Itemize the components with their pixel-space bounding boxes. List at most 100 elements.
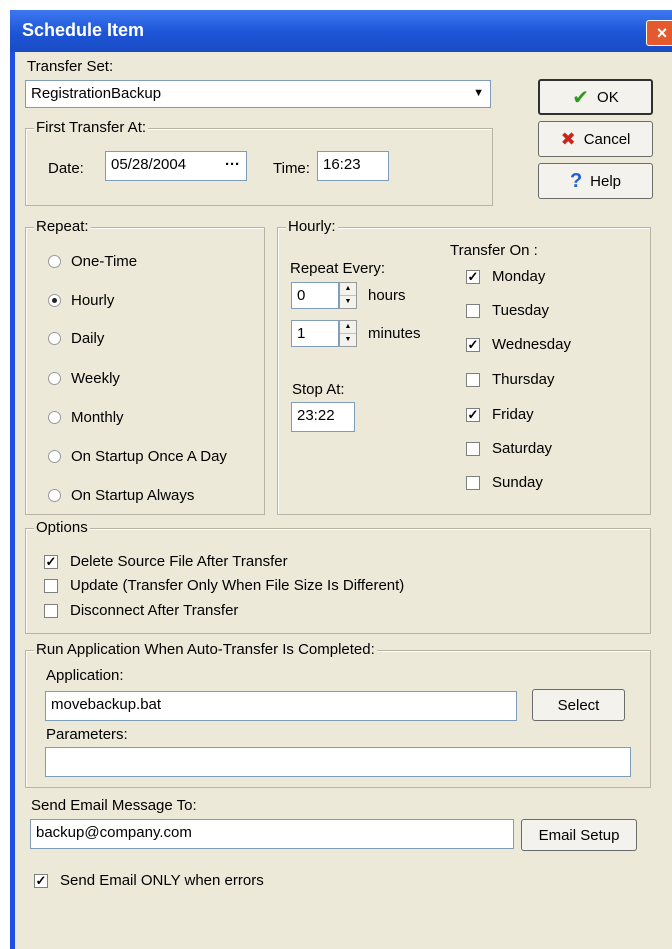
transfer-set-select[interactable]: RegistrationBackup ▼ [25,80,491,108]
radio-button[interactable] [48,332,61,345]
stop-at-field[interactable]: 23:22 [291,402,355,432]
repeat-option-label: Hourly [71,292,115,309]
first-transfer-legend: First Transfer At: [34,119,149,136]
option-label: Update (Transfer Only When File Size Is … [70,577,405,594]
email-only-errors-checkbox[interactable]: ✓ Send Email ONLY when errors [34,872,264,889]
checkbox[interactable] [44,578,58,593]
repeat-option-daily[interactable]: Daily [48,330,104,347]
ok-button[interactable]: ✔ OK [538,79,653,115]
repeat-option-startup-always[interactable]: On Startup Always [48,487,194,504]
run-application-group: Run Application When Auto-Transfer Is Co… [25,641,651,788]
repeat-option-hourly[interactable]: Hourly [48,292,114,309]
stop-at-value: 23:22 [297,407,335,424]
arrow-up-icon[interactable]: ▲ [340,283,356,296]
repeat-option-one-time[interactable]: One-Time [48,253,137,270]
day-checkbox-wednesday[interactable]: ✓ Wednesday [466,336,571,353]
repeat-option-label: Daily [71,330,105,347]
day-label: Monday [492,268,546,285]
chevron-down-icon[interactable]: ▼ [473,87,484,99]
hours-input[interactable]: 0 [291,282,339,309]
time-field[interactable]: 16:23 [317,151,389,181]
radio-button[interactable] [48,411,61,424]
repeat-option-weekly[interactable]: Weekly [48,370,120,387]
radio-button[interactable] [48,372,61,385]
parameters-field[interactable] [45,747,631,777]
option-label: Disconnect After Transfer [70,602,239,619]
title-bar[interactable]: Schedule Item × [10,10,672,52]
checkbox[interactable]: ✓ [44,554,58,569]
radio-button[interactable] [48,255,61,268]
option-delete-source[interactable]: ✓ Delete Source File After Transfer [44,553,288,570]
checkbox[interactable]: ✓ [466,337,480,352]
day-label: Wednesday [492,336,571,353]
minutes-spin-buttons[interactable]: ▲ ▼ [339,320,357,347]
hours-label: hours [368,287,406,304]
minutes-stepper[interactable]: 1 ▲ ▼ [291,320,357,347]
day-checkbox-friday[interactable]: ✓ Friday [466,406,534,423]
question-mark-icon: ? [569,169,583,192]
checkbox[interactable] [466,441,480,456]
hourly-group: Hourly: Repeat Every: 0 ▲ ▼ hours 1 ▲ ▼ mi… [277,218,651,515]
day-checkbox-saturday[interactable]: Saturday [466,440,552,457]
repeat-option-label: Weekly [71,370,120,387]
email-field[interactable]: backup@company.com [30,819,514,849]
select-button-label: Select [557,696,600,714]
date-field[interactable]: 05/28/2004 ··· [105,151,247,181]
checkbox[interactable] [466,475,480,490]
application-field[interactable]: movebackup.bat [45,691,517,721]
checkbox[interactable] [44,603,58,618]
checkbox[interactable]: ✓ [34,873,48,888]
day-label: Sunday [492,474,543,491]
repeat-option-startup-once-a-day[interactable]: On Startup Once A Day [48,448,227,465]
repeat-every-label: Repeat Every: [290,260,386,277]
repeat-option-label: On Startup Once A Day [71,448,227,465]
email-setup-button[interactable]: Email Setup [521,819,637,851]
dialog-body: Transfer Set: RegistrationBackup ▼ First… [15,52,672,949]
option-update-size-different[interactable]: Update (Transfer Only When File Size Is … [44,577,404,594]
cancel-button[interactable]: ✖ Cancel [538,121,653,157]
stop-at-label: Stop At: [292,381,345,398]
radio-button-selected[interactable] [48,294,61,307]
day-label: Saturday [492,440,553,457]
window-title: Schedule Item [22,20,145,40]
ok-button-label: OK [597,88,619,106]
email-only-errors-label: Send Email ONLY when errors [60,872,264,889]
hours-stepper[interactable]: 0 ▲ ▼ [291,282,357,309]
arrow-down-icon[interactable]: ▼ [340,296,356,308]
send-email-label: Send Email Message To: [31,797,197,814]
help-button[interactable]: ? Help [538,163,653,199]
repeat-option-label: Monthly [71,409,124,426]
minutes-label: minutes [368,325,421,342]
day-checkbox-thursday[interactable]: Thursday [466,371,555,388]
email-setup-label: Email Setup [538,826,620,844]
repeat-option-label: On Startup Always [71,487,195,504]
checkbox[interactable]: ✓ [466,269,480,284]
day-label: Thursday [492,371,555,388]
minutes-input[interactable]: 1 [291,320,339,347]
option-disconnect-after[interactable]: Disconnect After Transfer [44,602,238,619]
day-checkbox-sunday[interactable]: Sunday [466,474,543,491]
parameters-label: Parameters: [46,726,128,743]
checkbox[interactable] [466,303,480,318]
date-value: 05/28/2004 [111,156,187,173]
day-checkbox-tuesday[interactable]: Tuesday [466,302,549,319]
repeat-option-label: One-Time [71,253,138,270]
arrow-down-icon[interactable]: ▼ [340,334,356,346]
day-checkbox-monday[interactable]: ✓ Monday [466,268,545,285]
time-label: Time: [273,160,310,177]
transfer-on-label: Transfer On : [450,242,538,259]
radio-button[interactable] [48,450,61,463]
date-picker-button[interactable]: ··· [225,156,240,173]
email-value: backup@company.com [36,824,192,841]
radio-button[interactable] [48,489,61,502]
hours-spin-buttons[interactable]: ▲ ▼ [339,282,357,309]
checkbox[interactable] [466,372,480,387]
close-button[interactable]: × [646,20,672,46]
select-application-button[interactable]: Select [532,689,625,721]
options-group: Options ✓ Delete Source File After Transf… [25,519,651,634]
day-label: Friday [492,406,534,423]
arrow-up-icon[interactable]: ▲ [340,321,356,334]
checkbox[interactable]: ✓ [466,407,480,422]
repeat-option-monthly[interactable]: Monthly [48,409,124,426]
x-mark-icon: ✖ [560,128,576,149]
